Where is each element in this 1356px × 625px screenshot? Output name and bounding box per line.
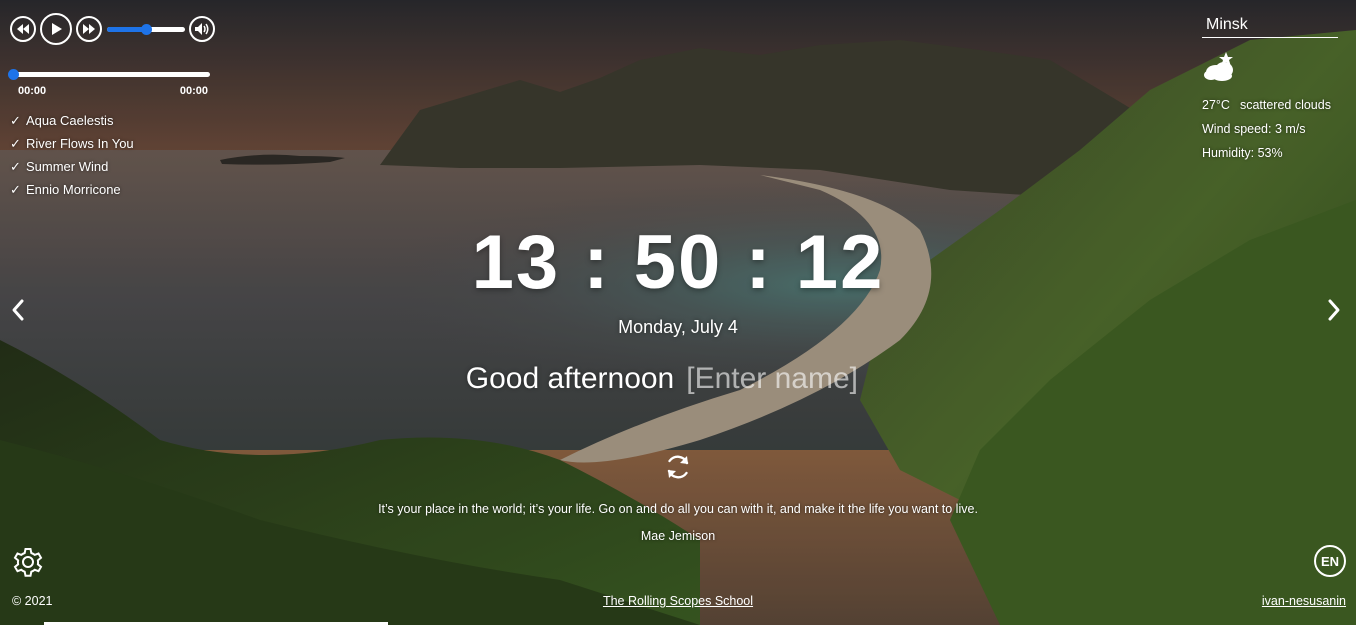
name-input[interactable] <box>682 362 891 396</box>
clock-time: 13 : 50 : 12 <box>471 220 885 305</box>
language-button[interactable]: EN <box>1314 545 1346 577</box>
play-next-button[interactable] <box>76 16 102 42</box>
weather-summary: 27°C scattered clouds <box>1202 96 1338 114</box>
play-button[interactable] <box>40 13 72 45</box>
check-icon: ✓ <box>10 182 21 197</box>
gear-icon[interactable] <box>11 545 45 579</box>
progress-bar[interactable] <box>8 69 210 80</box>
player-controls <box>10 12 215 46</box>
refresh-icon[interactable] <box>663 452 693 482</box>
temperature: 27°C <box>1202 98 1230 112</box>
track-title: Aqua Caelestis <box>26 113 114 128</box>
play-next-icon <box>83 24 95 34</box>
progress-knob[interactable] <box>8 69 19 80</box>
playlist-item[interactable]: ✓ Summer Wind <box>10 155 215 178</box>
mute-button[interactable] <box>189 16 215 42</box>
quote-author: Mae Jemison <box>640 529 716 543</box>
play-prev-icon <box>17 24 29 34</box>
check-icon: ✓ <box>10 159 21 174</box>
scattered-clouds-icon <box>1204 52 1233 81</box>
playlist-item[interactable]: ✓ Aqua Caelestis <box>10 109 215 132</box>
check-icon: ✓ <box>10 113 21 128</box>
volume-icon <box>195 23 209 35</box>
github-link[interactable]: ivan-nesusanin <box>1262 594 1346 608</box>
greeting: Good afternoon <box>0 362 1356 396</box>
track-title: Ennio Morricone <box>26 182 121 197</box>
track-title: River Flows In You <box>26 136 134 151</box>
wind-speed: Wind speed: 3 m/s <box>1202 122 1306 136</box>
greeting-text: Good afternoon <box>465 362 675 395</box>
clock-date: Monday, July 4 <box>618 317 738 337</box>
time-display: 00:00 00:00 <box>18 85 208 97</box>
city-input[interactable] <box>1202 12 1338 38</box>
current-time: 00:00 <box>18 85 47 97</box>
playlist-item[interactable]: ✓ River Flows In You <box>10 132 215 155</box>
volume-slider[interactable] <box>107 23 185 35</box>
audio-player: 00:00 00:00 ✓ Aqua Caelestis ✓ River Flows… <box>8 12 215 201</box>
rs-school-link[interactable]: The Rolling Scopes School <box>603 594 753 608</box>
play-prev-button[interactable] <box>10 16 36 42</box>
check-icon: ✓ <box>10 136 21 151</box>
quote-text: It’s your place in the world; it’s your … <box>378 502 978 516</box>
volume-knob[interactable] <box>141 23 152 35</box>
playlist: ✓ Aqua Caelestis ✓ River Flows In You ✓ Sum… <box>10 109 215 201</box>
duration: 00:00 <box>179 85 208 97</box>
footer-center: The Rolling Scopes School <box>0 594 1356 608</box>
humidity: Humidity: 53% <box>1202 146 1283 160</box>
weather-widget: 27°C scattered clouds Wind speed: 3 m/s H… <box>1202 12 1338 162</box>
momentum-app: 00:00 00:00 ✓ Aqua Caelestis ✓ River Flows… <box>0 0 1356 625</box>
play-icon <box>52 23 62 35</box>
footer-right: ivan-nesusanin <box>1262 594 1346 608</box>
playlist-item[interactable]: ✓ Ennio Morricone <box>10 178 215 201</box>
weather-description: scattered clouds <box>1239 98 1331 112</box>
track-title: Summer Wind <box>26 159 109 174</box>
